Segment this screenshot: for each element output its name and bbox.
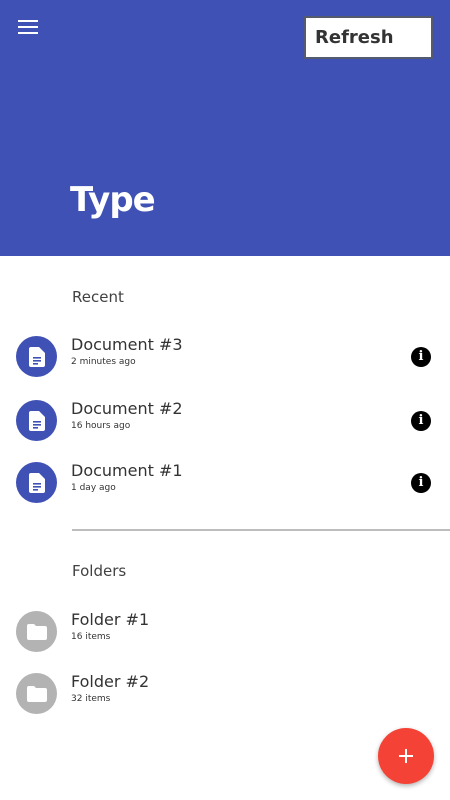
- list-item-folder[interactable]: Folder #1 16 items: [0, 604, 450, 660]
- app-root: Refresh Type Recent Document #3 2 minute…: [0, 0, 450, 800]
- info-icon[interactable]: i: [411, 473, 431, 493]
- folder-item-count: 32 items: [71, 694, 111, 704]
- list-item-document[interactable]: Document #3 2 minutes ago i: [0, 329, 450, 385]
- folder-icon: [16, 673, 57, 714]
- add-fab-button[interactable]: [378, 728, 434, 784]
- document-icon: [16, 336, 57, 377]
- section-header-folders: Folders: [72, 562, 127, 580]
- list-item-folder[interactable]: Folder #2 32 items: [0, 666, 450, 722]
- section-divider: [72, 529, 450, 531]
- document-timestamp: 2 minutes ago: [71, 357, 136, 367]
- document-icon: [16, 400, 57, 441]
- folder-title: Folder #1: [71, 610, 150, 629]
- plus-icon: [399, 749, 413, 763]
- folder-item-count: 16 items: [71, 632, 111, 642]
- refresh-button[interactable]: Refresh: [304, 16, 433, 59]
- folder-title: Folder #2: [71, 672, 150, 691]
- document-title: Document #1: [71, 461, 183, 480]
- list-item-document[interactable]: Document #1 1 day ago i: [0, 455, 450, 511]
- app-header: Refresh Type: [0, 0, 450, 256]
- document-title: Document #3: [71, 335, 183, 354]
- folder-icon: [16, 611, 57, 652]
- page-title: Type: [70, 180, 156, 220]
- document-timestamp: 16 hours ago: [71, 421, 131, 431]
- hamburger-menu-icon[interactable]: [18, 19, 38, 35]
- document-icon: [16, 462, 57, 503]
- info-icon[interactable]: i: [411, 347, 431, 367]
- document-timestamp: 1 day ago: [71, 483, 116, 493]
- section-header-recent: Recent: [72, 288, 124, 306]
- info-icon[interactable]: i: [411, 411, 431, 431]
- list-item-document[interactable]: Document #2 16 hours ago i: [0, 393, 450, 449]
- document-title: Document #2: [71, 399, 183, 418]
